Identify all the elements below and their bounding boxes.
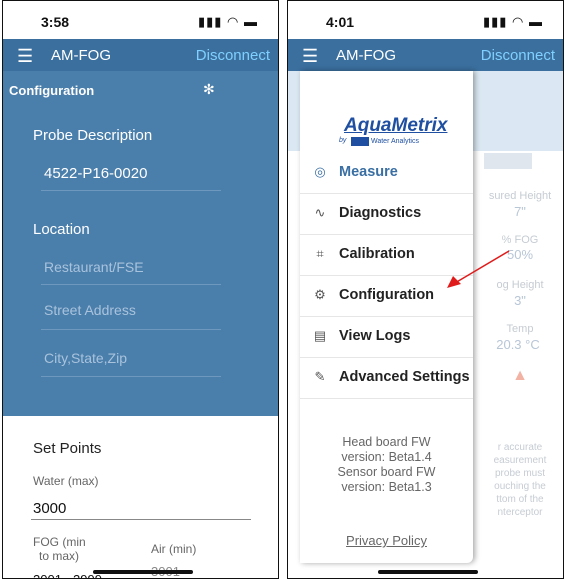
menu-item-view-logs[interactable]: ▤ View Logs — [300, 317, 473, 358]
navigation-drawer: AquaMetrix by Water Analytics ◎ Measure … — [300, 71, 473, 563]
note-line: probe must — [494, 468, 546, 479]
bg-temp-label: Temp — [506, 323, 534, 335]
gear-icon: ⚙ — [314, 287, 326, 302]
set-points-title: Set Points — [33, 440, 102, 457]
restaurant-input[interactable]: Restaurant/FSE — [44, 259, 144, 275]
background-tab — [484, 153, 532, 169]
menu-item-advanced-settings[interactable]: ✎ Advanced Settings — [300, 358, 473, 399]
red-arrow-annotation-icon — [447, 250, 510, 288]
status-time: 3:58 — [41, 14, 70, 30]
divider — [41, 284, 221, 285]
bg-fog-label: % FOG — [501, 234, 539, 246]
home-indicator — [93, 570, 193, 574]
firmware-info: Head board FW version: Beta1.4 Sensor bo… — [300, 435, 473, 495]
fog-min-input[interactable]: 2001 — [33, 572, 62, 578]
sensor-fw-line2: version: Beta1.3 — [341, 480, 432, 494]
bg-note: r accurate easurement probe must ouching… — [480, 441, 560, 519]
menu-item-label: Advanced Settings — [339, 369, 470, 385]
hamburger-menu-icon[interactable]: ☰ — [17, 46, 33, 67]
logo-subtitle: Water Analytics — [371, 138, 419, 145]
configuration-panel: Configuration ✻ Probe Description 4522-P… — [3, 71, 278, 416]
note-line: nterceptor — [497, 507, 543, 518]
city-state-zip-input[interactable]: City,State,Zip — [44, 350, 127, 366]
logo-wordmark: AquaMetrix — [344, 115, 448, 136]
bluetooth-icon: ✻ — [203, 81, 215, 97]
note-line: r accurate — [497, 442, 543, 453]
disconnect-button[interactable]: Disconnect — [481, 47, 555, 64]
section-title: Configuration — [9, 83, 95, 98]
water-max-label: Water (max) — [33, 474, 99, 488]
bg-measured-height-label: sured Height — [488, 190, 552, 202]
status-icons: ▮▮▮ ◠ ▬ — [482, 14, 543, 29]
menu-item-measure[interactable]: ◎ Measure — [300, 153, 473, 194]
menu-item-label: View Logs — [339, 328, 411, 344]
app-header: ☰ AM-FOG Disconnect — [3, 39, 278, 71]
head-fw-line1: Head board FW — [342, 435, 431, 449]
air-min-label: Air (min) — [151, 542, 197, 556]
status-icons: ▮▮▮ ◠ ▬ — [197, 14, 258, 29]
menu-item-label: Measure — [339, 164, 398, 180]
measure-icon: ◎ — [314, 164, 326, 179]
location-label: Location — [33, 221, 90, 238]
status-bar: 3:58 ▮▮▮ ◠ ▬ — [3, 1, 278, 39]
disconnect-button[interactable]: Disconnect — [196, 47, 270, 64]
head-fw-line2: version: Beta1.4 — [341, 450, 432, 464]
probe-description-input[interactable]: 4522-P16-0020 — [44, 165, 147, 182]
note-line: ttom of the — [496, 494, 544, 505]
app-title: AM-FOG — [51, 47, 111, 64]
diagnostics-icon: ∿ — [314, 205, 326, 220]
note-line: ouching the — [494, 481, 546, 492]
probe-description-label: Probe Description — [33, 127, 153, 144]
divider — [41, 190, 221, 191]
status-bar: 4:01 ▮▮▮ ◠ ▬ — [288, 1, 563, 39]
phone-screen-configuration: 3:58 ▮▮▮ ◠ ▬ ☰ AM-FOG Disconnect Configu… — [2, 0, 279, 579]
bg-temp-value: 20.3 °C — [496, 337, 540, 352]
water-max-input[interactable]: 3000 — [33, 500, 66, 517]
bg-measured-height-value: 7" — [514, 204, 526, 219]
set-points-section: Set Points Water (max) 3000 FOG (min to … — [3, 416, 278, 578]
status-time: 4:01 — [326, 14, 355, 30]
logs-icon: ▤ — [313, 328, 327, 343]
aquametrix-logo: AquaMetrix by Water Analytics — [335, 115, 447, 151]
fog-label-line2: to max) — [39, 549, 80, 563]
divider — [41, 376, 221, 377]
logo-mark-icon — [351, 137, 369, 146]
phone-screen-menu: 4:01 ▮▮▮ ◠ ▬ ☰ AM-FOG Disconnect sured H… — [287, 0, 564, 579]
menu-item-diagnostics[interactable]: ∿ Diagnostics — [300, 194, 473, 235]
menu-item-label: Calibration — [339, 246, 415, 262]
warning-icon: ▲ — [512, 367, 528, 384]
logo-by: by — [339, 137, 347, 144]
wrench-icon: ✎ — [314, 369, 326, 384]
calibration-icon: ⌗ — [316, 246, 324, 261]
note-line: easurement — [493, 455, 547, 466]
divider — [31, 519, 251, 520]
menu-item-label: Diagnostics — [339, 205, 422, 221]
fog-label-line1: FOG (min — [33, 535, 86, 549]
hamburger-menu-icon[interactable]: ☰ — [302, 46, 318, 67]
menu-item-label: Configuration — [339, 287, 435, 303]
privacy-policy-link[interactable]: Privacy Policy — [300, 533, 473, 548]
bg-fog-height-value: 3" — [514, 293, 526, 308]
sensor-fw-line1: Sensor board FW — [337, 465, 436, 479]
street-address-input[interactable]: Street Address — [44, 302, 136, 318]
home-indicator — [378, 570, 478, 574]
divider — [41, 329, 221, 330]
app-title: AM-FOG — [336, 47, 396, 64]
app-header: ☰ AM-FOG Disconnect — [288, 39, 563, 71]
